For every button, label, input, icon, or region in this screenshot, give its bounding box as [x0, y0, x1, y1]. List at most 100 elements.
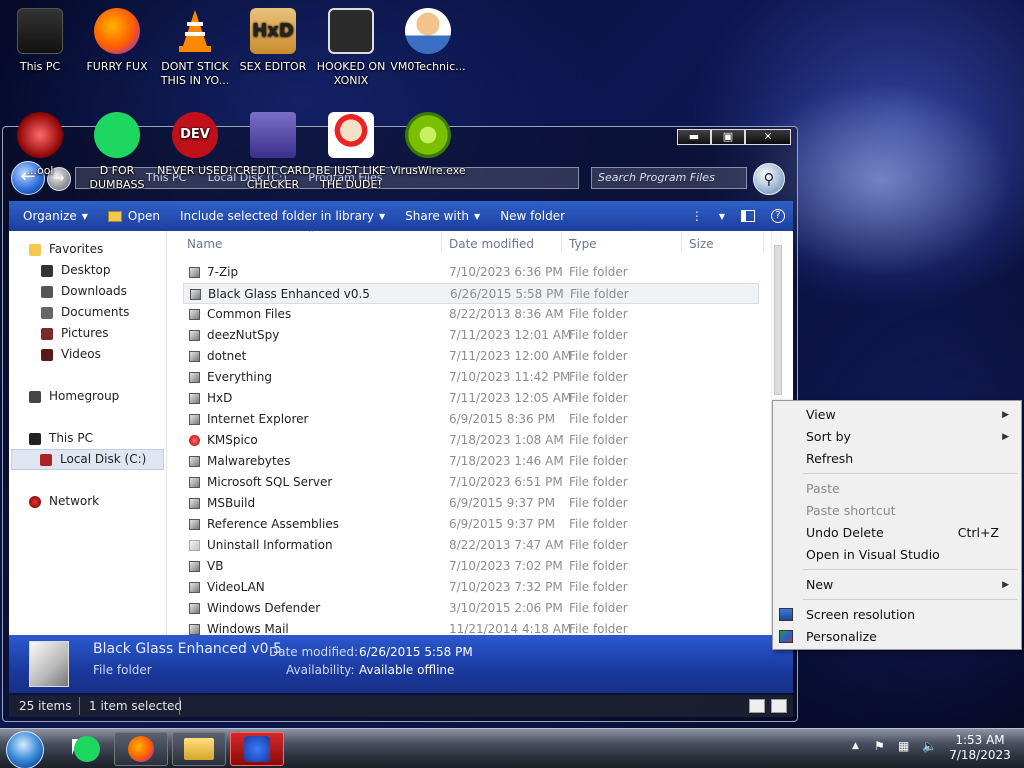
- menu-item-view[interactable]: View ▶: [773, 404, 1021, 426]
- file-row[interactable]: Windows Mail 11/21/2014 4:18 AM File folde…: [183, 619, 759, 635]
- menu-item-screen-resolution[interactable]: Screen resolution: [773, 604, 1021, 626]
- file-row[interactable]: HxD 7/11/2023 12:05 AM File folder: [183, 388, 759, 409]
- start-button[interactable]: [6, 731, 44, 768]
- open-button[interactable]: Open: [98, 209, 170, 223]
- menu-item-open-in-visual-studio[interactable]: Open in Visual Studio: [773, 544, 1021, 566]
- taskbar-explorer[interactable]: [172, 732, 226, 766]
- column-separator[interactable]: [441, 233, 442, 253]
- close-button[interactable]: ✕: [745, 129, 791, 145]
- spotify-icon: [74, 736, 100, 762]
- maximize-button[interactable]: ▣: [711, 129, 745, 145]
- nav-homegroup[interactable]: Homegroup: [9, 386, 166, 407]
- file-row[interactable]: Internet Explorer 6/9/2015 8:36 PM File fo…: [183, 409, 759, 430]
- menu-item-new[interactable]: New ▶: [773, 574, 1021, 596]
- nav-favorites[interactable]: Favorites: [9, 239, 166, 260]
- desktop-icon-this-pc[interactable]: This PC: [0, 8, 80, 74]
- navigation-pane: Favorites Desktop Downloads Documents Pi…: [9, 231, 167, 635]
- file-row[interactable]: Common Files 8/22/2013 8:36 AM File folder: [183, 304, 759, 325]
- column-date-modified[interactable]: Date modified: [449, 237, 534, 251]
- nav-local-disk[interactable]: Local Disk (C:): [11, 449, 164, 470]
- file-row[interactable]: Uninstall Information 8/22/2013 7:47 AM Fi…: [183, 535, 759, 556]
- column-type[interactable]: Type: [569, 237, 597, 251]
- nav-this-pc[interactable]: This PC: [9, 428, 166, 449]
- view-options-icon[interactable]: ⋮: [683, 209, 711, 223]
- new-folder-button[interactable]: New folder: [490, 209, 575, 223]
- search-input[interactable]: Search Program Files: [591, 167, 747, 189]
- preview-pane-icon[interactable]: [733, 210, 763, 222]
- desktop-icon-be-just-like-the-dude[interactable]: BE JUST LIKE THE DUDE!: [311, 112, 391, 192]
- flag-icon[interactable]: ⚑: [874, 739, 885, 753]
- volume-icon[interactable]: 🔈: [922, 739, 937, 753]
- nav-documents[interactable]: Documents: [9, 302, 166, 323]
- desktop-icon-furry-fux[interactable]: FURRY FUX: [77, 8, 157, 74]
- share-with-button[interactable]: Share with ▼: [395, 209, 490, 223]
- file-type: File folder: [569, 412, 628, 426]
- view-dropdown-icon[interactable]: ▼: [711, 212, 733, 221]
- desktop-icon-hooked-on-xonix[interactable]: HOOKED ON XONIX: [311, 8, 391, 88]
- details-view-icon[interactable]: [749, 699, 765, 713]
- column-separator[interactable]: [763, 233, 764, 253]
- file-row[interactable]: Reference Assemblies 6/9/2015 9:37 PM File…: [183, 514, 759, 535]
- menu-item-undo-delete[interactable]: Undo Delete Ctrl+Z: [773, 522, 1021, 544]
- search-icon[interactable]: ⚲: [753, 163, 785, 195]
- network-icon[interactable]: ▦: [898, 739, 909, 753]
- desktop-icon-vm0technic[interactable]: VM0Technic...: [388, 8, 468, 74]
- desktop-icon-viruswire[interactable]: VirusWire.exe: [388, 112, 468, 178]
- scrollbar-thumb[interactable]: [774, 245, 782, 395]
- taskbar-malwarebytes[interactable]: [230, 732, 284, 766]
- malwarebytes-icon: [244, 736, 270, 762]
- doctor-icon: [405, 8, 451, 54]
- desktop-icon-credit-card-checker[interactable]: CREDIT CARD CHECKER: [233, 112, 313, 192]
- include-in-library-button[interactable]: Include selected folder in library ▼: [170, 209, 395, 223]
- nav-network[interactable]: Network: [9, 491, 166, 512]
- nav-pictures[interactable]: Pictures: [9, 323, 166, 344]
- file-row-selected[interactable]: Black Glass Enhanced v0.5 6/26/2015 5:58 …: [183, 283, 759, 304]
- desktop-icon-d-for-dumbass[interactable]: D FOR DUMBASS: [77, 112, 157, 192]
- file-date: 7/10/2023 7:02 PM: [449, 559, 563, 573]
- file-type: File folder: [569, 496, 628, 510]
- column-name[interactable]: Name: [187, 237, 222, 251]
- folder-icon: [190, 289, 201, 300]
- hidden-folder-icon: [189, 540, 200, 551]
- file-row[interactable]: VideoLAN 7/10/2023 7:32 PM File folder: [183, 577, 759, 598]
- file-row[interactable]: Windows Defender 3/10/2015 2:06 PM File fo…: [183, 598, 759, 619]
- nav-videos[interactable]: Videos: [9, 344, 166, 365]
- nav-downloads[interactable]: Downloads: [9, 281, 166, 302]
- file-row[interactable]: 7-Zip 7/10/2023 6:36 PM File folder: [183, 262, 759, 283]
- file-row[interactable]: KMSpico 7/18/2023 1:08 AM File folder: [183, 430, 759, 451]
- menu-item-sort-by[interactable]: Sort by ▶: [773, 426, 1021, 448]
- organize-button[interactable]: Organize ▼: [9, 209, 98, 223]
- file-row[interactable]: VB 7/10/2023 7:02 PM File folder: [183, 556, 759, 577]
- file-type: File folder: [569, 622, 628, 635]
- explorer-window[interactable]: ▬ ▣ ✕ ← → This PC Local Disk (C:) Progra…: [2, 126, 798, 722]
- large-icons-view-icon[interactable]: [771, 699, 787, 713]
- taskbar-spotify[interactable]: [60, 732, 114, 766]
- nav-desktop[interactable]: Desktop: [9, 260, 166, 281]
- folder-icon: [189, 477, 200, 488]
- column-separator[interactable]: [561, 233, 562, 253]
- desktop-icon-never-used[interactable]: DEV NEVER USED!: [155, 112, 235, 178]
- file-row[interactable]: Malwarebytes 7/18/2023 1:46 AM File folder: [183, 451, 759, 472]
- taskbar-firefox[interactable]: [114, 732, 168, 766]
- desktop-icon-sex-editor[interactable]: HxD SEX EDITOR: [233, 8, 313, 74]
- share-label: Share with: [405, 209, 470, 223]
- clock[interactable]: 1:53 AM 7/18/2023: [940, 733, 1020, 763]
- column-separator[interactable]: [681, 233, 682, 253]
- file-row[interactable]: Everything 7/10/2023 11:42 PM File folder: [183, 367, 759, 388]
- file-row[interactable]: deezNutSpy 7/11/2023 12:01 AM File folder: [183, 325, 759, 346]
- file-row[interactable]: MSBuild 6/9/2015 9:37 PM File folder: [183, 493, 759, 514]
- menu-item-refresh[interactable]: Refresh: [773, 448, 1021, 470]
- file-row[interactable]: dotnet 7/11/2023 12:00 AM File folder: [183, 346, 759, 367]
- desktop-icon-label: VM0Technic...: [390, 60, 466, 73]
- column-size[interactable]: Size: [689, 237, 714, 251]
- menu-item-personalize[interactable]: Personalize: [773, 626, 1021, 648]
- minimize-button[interactable]: ▬: [677, 129, 711, 145]
- nav-label: Homegroup: [49, 389, 120, 403]
- file-row[interactable]: Microsoft SQL Server 7/10/2023 6:51 PM Fil…: [183, 472, 759, 493]
- help-icon[interactable]: ?: [763, 209, 793, 223]
- desktop-icon-vlc[interactable]: DONT STICK THIS IN YO...: [155, 8, 235, 88]
- desktop-icon-label: D FOR DUMBASS: [89, 164, 145, 191]
- file-name: Windows Defender: [207, 601, 321, 615]
- show-hidden-icons[interactable]: ▲: [852, 741, 859, 751]
- desktop-icon-tool[interactable]: ...ool: [0, 112, 80, 178]
